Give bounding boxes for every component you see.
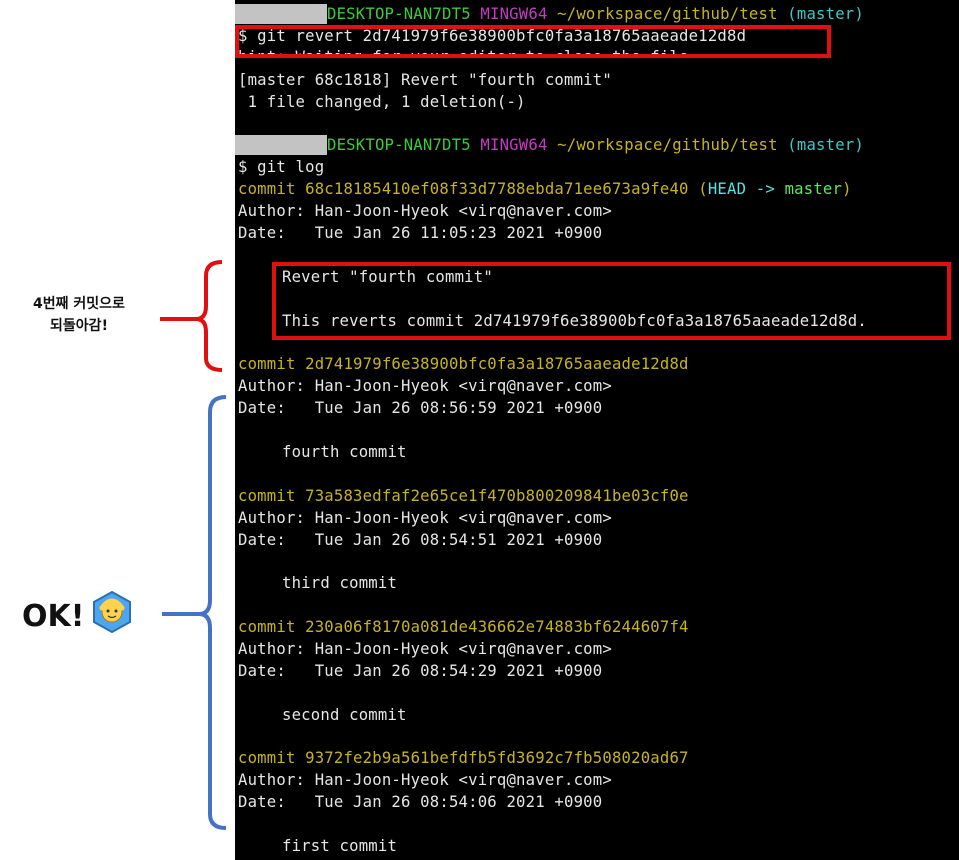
commit-date: Date: Tue Jan 26 08:54:51 2021 +0900 — [238, 531, 603, 549]
prompt-path: ~/workspace/github/test — [557, 5, 778, 23]
commit-hash-line: commit 2d741979f6e38900bfc0fa3a18765aaea… — [238, 355, 689, 373]
revert-message-highlight — [272, 262, 951, 340]
terminal-window[interactable]: DESKTOP-NAN7DT5 MINGW64 ~/workspace/gith… — [235, 0, 959, 860]
prompt-host: DESKTOP-NAN7DT5 — [327, 136, 471, 154]
commit-author: Author: Han-Joon-Hyeok <virq@naver.com> — [238, 377, 612, 395]
commit-message: third commit — [282, 574, 398, 592]
prompt-line: DESKTOP-NAN7DT5 MINGW64 ~/workspace/gith… — [235, 3, 864, 25]
changed-line: 1 file changed, 1 deletion(-) — [238, 93, 526, 111]
redacted-username — [235, 135, 327, 155]
commit-author: Author: Han-Joon-Hyeok <virq@naver.com> — [238, 771, 612, 789]
commit-author: Author: Han-Joon-Hyeok <virq@naver.com> — [238, 202, 612, 220]
branch-ref: master — [784, 180, 843, 198]
prompt-branch: (master) — [787, 5, 864, 23]
prompt-host: DESKTOP-NAN7DT5 — [327, 5, 471, 23]
log-command: $ git log — [238, 158, 325, 176]
prompt-line-2: DESKTOP-NAN7DT5 MINGW64 ~/workspace/gith… — [235, 134, 864, 156]
commit-hash-line: commit 68c18185410ef08f33d7788ebda71ee67… — [238, 180, 852, 198]
annotation-brackets — [160, 260, 227, 830]
revert-result: [master 68c1818] Revert "fourth commit" — [238, 71, 612, 89]
commit-date: Date: Tue Jan 26 08:54:29 2021 +0900 — [238, 662, 603, 680]
commit-hash-line: commit 9372fe2b9a561befdfb5fd3692c7fb508… — [238, 749, 689, 767]
commit-date: Date: Tue Jan 26 08:56:59 2021 +0900 — [238, 399, 603, 417]
prompt-branch: (master) — [787, 136, 864, 154]
revert-command-highlight — [235, 25, 831, 58]
head-ref: HEAD -> — [707, 180, 775, 198]
redacted-username — [235, 4, 327, 24]
prompt-shell: MINGW64 — [480, 5, 548, 23]
commit-author: Author: Han-Joon-Hyeok <virq@naver.com> — [238, 509, 612, 527]
prompt-shell: MINGW64 — [480, 136, 548, 154]
commit-hash-line: commit 73a583edfaf2e65ce1f470b800209841b… — [238, 487, 689, 505]
blue-bracket — [162, 395, 227, 830]
commit-message: second commit — [282, 706, 407, 724]
commit-message: fourth commit — [282, 443, 407, 461]
commit-date: Date: Tue Jan 26 08:54:06 2021 +0900 — [238, 793, 603, 811]
prompt-path: ~/workspace/github/test — [557, 136, 778, 154]
commit-author: Author: Han-Joon-Hyeok <virq@naver.com> — [238, 640, 612, 658]
commit-date: Date: Tue Jan 26 11:05:23 2021 +0900 — [238, 224, 603, 242]
commit-message: first commit — [282, 837, 398, 855]
red-bracket — [160, 260, 223, 372]
commit-hash-line: commit 230a06f8170a081de436662e74883bf62… — [238, 618, 689, 636]
